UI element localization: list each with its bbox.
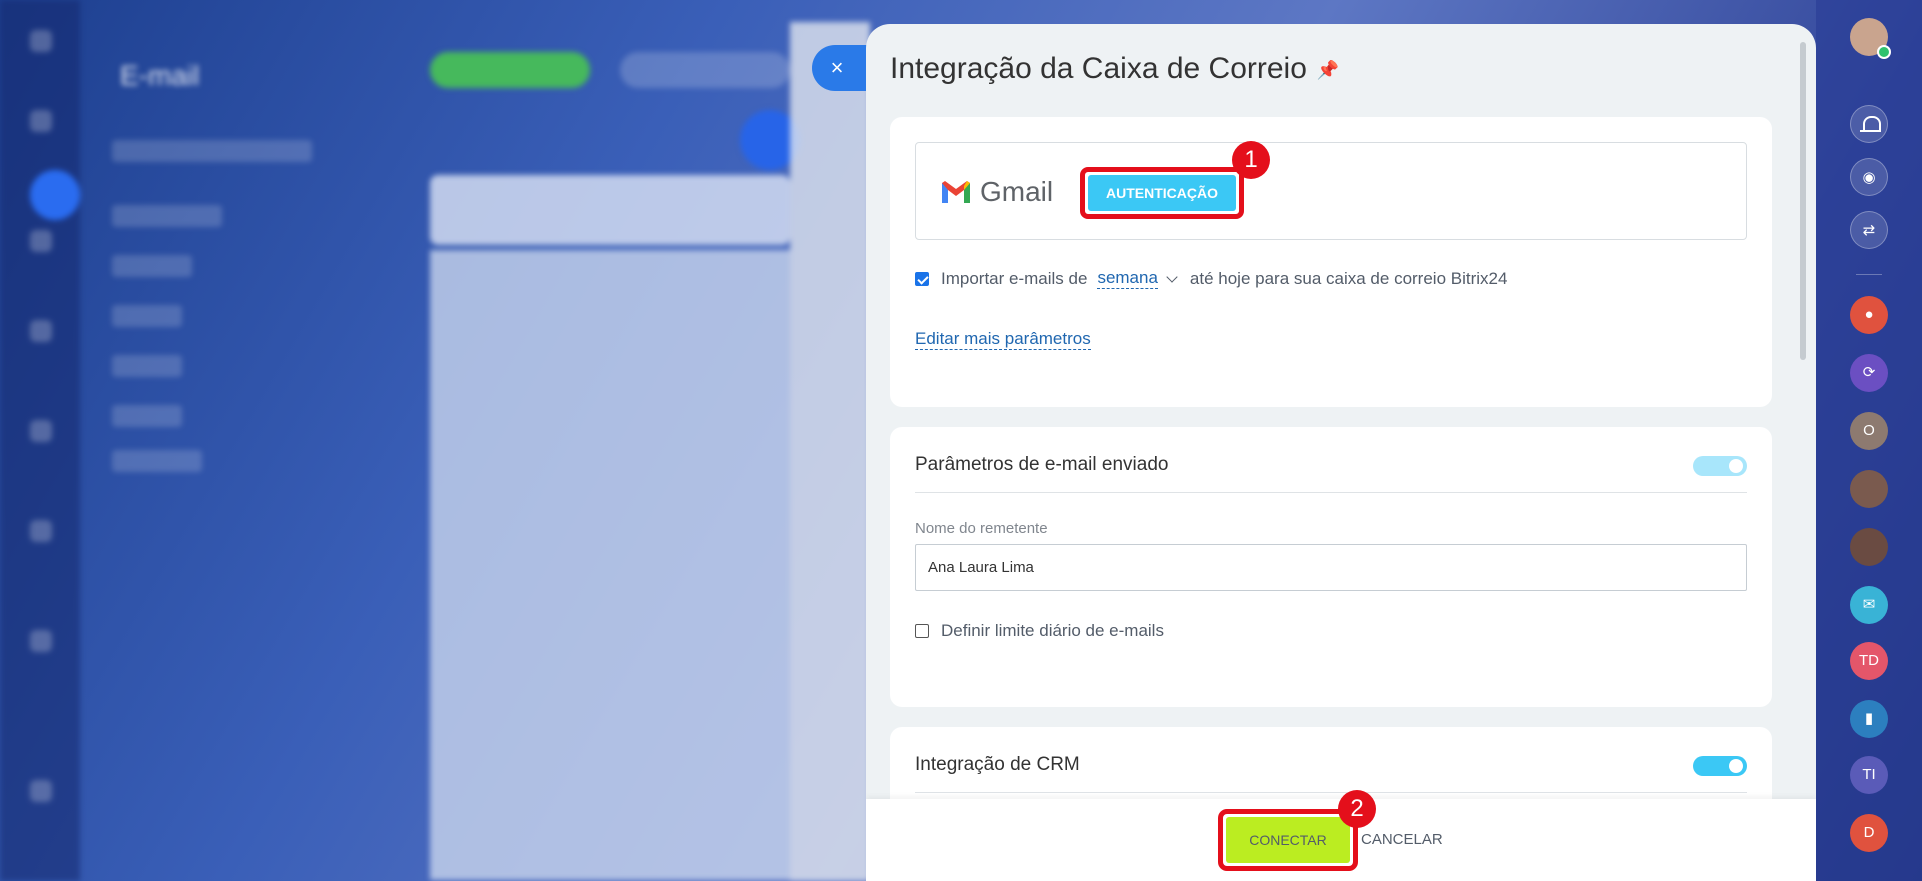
menu-dot-active: [30, 170, 80, 220]
import-prefix-text: Importar e-mails de: [941, 268, 1088, 288]
crm-toggle[interactable]: [1693, 756, 1747, 776]
daily-limit-row: Definir limite diário de e-mails: [915, 621, 1164, 641]
gmail-icon: [942, 181, 970, 203]
authentication-button-label: AUTENTICAÇÃO: [1088, 175, 1236, 211]
background-pill: [620, 52, 790, 88]
menu-dot: [30, 780, 52, 802]
background-mail-list: [430, 250, 790, 880]
mailbox-integration-panel: Integração da Caixa de Correio 📌 Gmail AU…: [866, 24, 1816, 881]
close-slider-button[interactable]: ×: [812, 45, 870, 91]
auth-card: Gmail AUTENTICAÇÃO Importar e-mails de s…: [890, 117, 1772, 407]
connect-button[interactable]: CONECTAR: [1218, 809, 1358, 871]
background-folder: [112, 405, 182, 427]
page-title-text: Integração da Caixa de Correio: [890, 52, 1307, 85]
background-folder: [112, 140, 312, 162]
gmail-logo: Gmail: [940, 176, 1054, 207]
bell-icon[interactable]: [1850, 105, 1888, 143]
edit-more-params-link[interactable]: Editar mais parâmetros: [915, 329, 1091, 350]
cancel-button[interactable]: CANCELAR: [1361, 831, 1443, 848]
menu-dot: [30, 30, 52, 52]
chat-avatar[interactable]: [1850, 528, 1888, 566]
background-folder: [112, 355, 182, 377]
provider-box: Gmail AUTENTICAÇÃO: [915, 142, 1747, 240]
divider: [915, 792, 1747, 793]
chat-avatar[interactable]: TI: [1850, 756, 1888, 794]
import-period-select[interactable]: semana: [1097, 268, 1158, 289]
authentication-button[interactable]: AUTENTICAÇÃO: [1080, 167, 1244, 219]
chat-avatar[interactable]: D: [1850, 814, 1888, 852]
menu-dot: [30, 520, 52, 542]
background-toolbar: [430, 175, 790, 245]
background-left-menu: [0, 0, 80, 881]
chat-avatar[interactable]: ⟳: [1850, 354, 1888, 392]
panel-scrollbar[interactable]: [1800, 42, 1806, 360]
menu-dot: [30, 320, 52, 342]
rail-divider: [1856, 274, 1882, 275]
chat-avatar[interactable]: O: [1850, 412, 1888, 450]
background-pill: [430, 52, 590, 88]
sent-params-toggle[interactable]: [1693, 456, 1747, 476]
import-emails-checkbox[interactable]: [915, 271, 929, 286]
daily-limit-checkbox[interactable]: [915, 624, 929, 638]
provider-name: Gmail: [980, 176, 1054, 207]
sent-params-title: Parâmetros de e-mail enviado: [915, 454, 1169, 475]
chat-group-avatar[interactable]: ●: [1850, 296, 1888, 334]
right-rail: ◉ ⇄ ● ⟳ O ✉ TD ▮ TI D: [1816, 0, 1922, 881]
chat-bubble-avatar[interactable]: ✉: [1850, 586, 1888, 624]
background-panel-edge: [790, 22, 870, 881]
pin-icon[interactable]: 📌: [1317, 60, 1339, 81]
background-folder: [112, 255, 192, 277]
menu-dot: [30, 420, 52, 442]
page-title: Integração da Caixa de Correio 📌: [890, 52, 1339, 86]
menu-dot: [30, 230, 52, 252]
step-1-badge: 1: [1232, 141, 1270, 179]
user-avatar[interactable]: [1850, 18, 1891, 59]
sent-params-card: Parâmetros de e-mail enviado Nome do rem…: [890, 427, 1772, 707]
sender-name-input[interactable]: Ana Laura Lima: [915, 544, 1747, 591]
fingerprint-icon[interactable]: ◉: [1850, 158, 1888, 196]
close-icon: ×: [830, 55, 844, 80]
daily-limit-label: Definir limite diário de e-mails: [941, 621, 1164, 640]
connect-button-label: CONECTAR: [1226, 817, 1350, 863]
divider: [915, 492, 1747, 493]
sync-icon[interactable]: ⇄: [1850, 211, 1888, 249]
import-emails-row: Importar e-mails de semana até hoje para…: [915, 268, 1507, 289]
background-folder: [112, 305, 182, 327]
sender-name-label: Nome do remetente: [915, 520, 1048, 537]
background-folder: [112, 205, 222, 227]
chevron-down-icon[interactable]: [1166, 270, 1178, 283]
step-2-badge: 2: [1338, 790, 1376, 828]
crm-title: Integração de CRM: [915, 754, 1080, 775]
chat-avatar[interactable]: TD: [1850, 642, 1888, 680]
bookmark-avatar[interactable]: ▮: [1850, 700, 1888, 738]
import-suffix-text: até hoje para sua caixa de correio Bitri…: [1189, 268, 1508, 288]
menu-dot: [30, 630, 52, 652]
background-app-title: E-mail: [120, 60, 200, 91]
chat-avatar[interactable]: [1850, 470, 1888, 508]
online-status-icon: [1877, 45, 1891, 59]
background-folder: [112, 450, 202, 472]
menu-dot: [30, 110, 52, 132]
